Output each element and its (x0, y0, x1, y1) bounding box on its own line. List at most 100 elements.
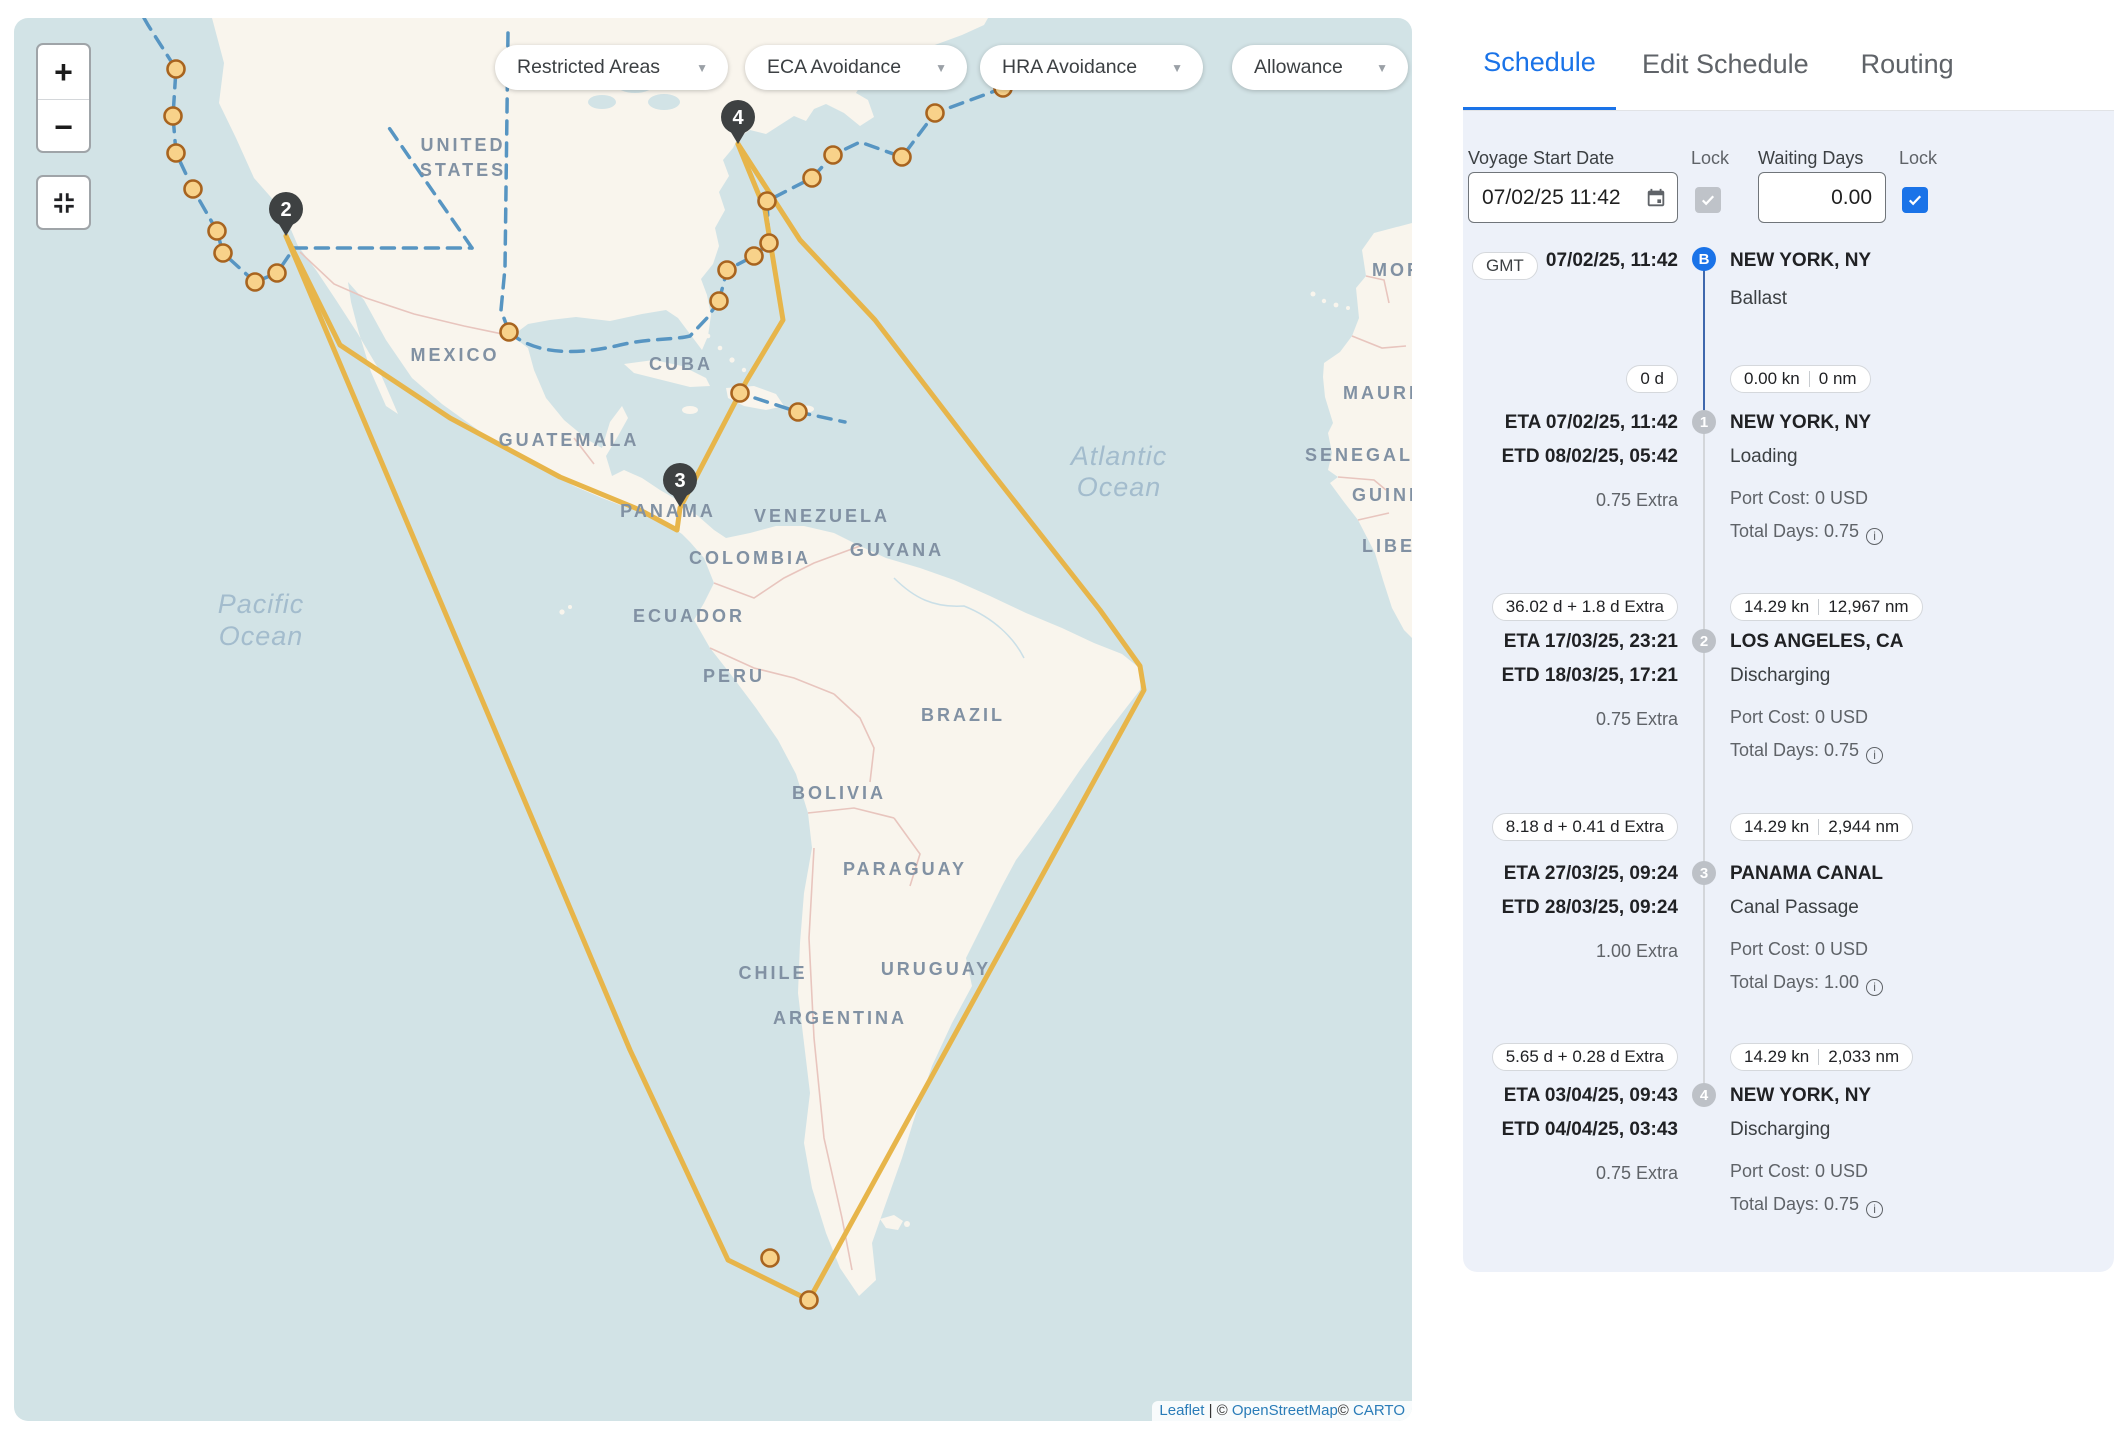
route-waypoint-dot[interactable] (215, 245, 232, 262)
stop-activity: Discharging (1730, 1119, 1830, 1141)
route-waypoint-dot[interactable] (165, 108, 182, 125)
zoom-control: + − (36, 43, 91, 153)
schedule-panel: Schedule Edit Schedule Routing Voyage St… (1463, 18, 2114, 1272)
leg-duration: 0 d (1640, 369, 1664, 389)
tab-schedule[interactable]: Schedule (1463, 18, 1616, 110)
leg-distance: 2,033 nm (1828, 1047, 1899, 1067)
route-waypoint-dot[interactable] (761, 235, 778, 252)
hra-avoidance-dropdown[interactable]: HRA Avoidance ▼ (980, 45, 1203, 90)
zoom-in-button[interactable]: + (38, 45, 89, 99)
info-icon[interactable]: i (1866, 528, 1883, 545)
info-icon[interactable]: i (1866, 979, 1883, 996)
voyage-start-date-label: Voyage Start Date (1468, 148, 1614, 169)
leaflet-link[interactable]: Leaflet (1159, 1402, 1204, 1419)
chevron-down-icon: ▼ (921, 61, 947, 75)
americas-landmass (212, 18, 1142, 1296)
restricted-areas-dropdown[interactable]: Restricted Areas ▼ (495, 45, 728, 90)
route-waypoint-dot[interactable] (711, 293, 728, 310)
openstreetmap-link[interactable]: OpenStreetMap (1232, 1402, 1338, 1419)
leg-speed-pill: 14.29 kn 12,967 nm (1730, 593, 1923, 621)
leg-duration-pill: 8.18 d + 0.41 d Extra (1492, 813, 1678, 841)
check-icon (1906, 191, 1924, 209)
route-waypoint-dot[interactable] (762, 1250, 779, 1267)
stop-total-days: Total Days: 0.75i (1730, 521, 1883, 545)
allowance-label: Allowance (1254, 56, 1343, 79)
stop-eta: ETA 07/02/25, 11:42 (1463, 412, 1678, 434)
country-label: CHILE (739, 963, 808, 983)
route-waypoint-dot[interactable] (269, 265, 286, 282)
lock-start-checkbox (1695, 187, 1721, 213)
voyage-start-date-input[interactable]: 07/02/25 11:42 (1468, 172, 1678, 223)
route-waypoint-dot[interactable] (732, 385, 749, 402)
voyage-map[interactable]: UNITEDSTATESMEXICOCUBAGUATEMALAPANAMAVEN… (14, 18, 1412, 1421)
route-waypoint-dot[interactable] (247, 274, 264, 291)
leg-speed: 14.29 kn (1744, 597, 1809, 617)
country-label: STATES (420, 160, 506, 180)
route-waypoint-dot[interactable] (759, 193, 776, 210)
total-days-text: Total Days: 1.00 (1730, 972, 1859, 992)
leg-speed: 14.29 kn (1744, 1047, 1809, 1067)
timeline-node-4: 4 (1692, 1083, 1716, 1107)
timeline-node-3: 3 (1692, 861, 1716, 885)
route-waypoint-dot[interactable] (801, 1292, 818, 1309)
stop-eta: ETA 27/03/25, 09:24 (1463, 863, 1678, 885)
lock-waiting-checkbox[interactable] (1902, 187, 1928, 213)
info-icon[interactable]: i (1866, 747, 1883, 764)
waiting-days-input[interactable]: 0.00 (1758, 172, 1886, 223)
route-waypoint-dot[interactable] (185, 181, 202, 198)
route-waypoint-dot[interactable] (209, 223, 226, 240)
country-label: BRAZIL (921, 705, 1005, 725)
stop-etd: ETD 18/03/25, 17:21 (1463, 665, 1678, 687)
leg-distance: 2,944 nm (1828, 817, 1899, 837)
stop-port: NEW YORK, NY (1730, 1085, 1871, 1107)
fit-bounds-button[interactable] (36, 175, 91, 230)
route-waypoint-dot[interactable] (927, 105, 944, 122)
route-waypoint-dot[interactable] (719, 262, 736, 279)
panel-tabs: Schedule Edit Schedule Routing (1463, 18, 2114, 111)
eca-avoidance-dropdown[interactable]: ECA Avoidance ▼ (745, 45, 967, 90)
allowance-dropdown[interactable]: Allowance ▼ (1232, 45, 1408, 90)
total-days-text: Total Days: 0.75 (1730, 1194, 1859, 1214)
calendar-icon[interactable] (1645, 187, 1667, 209)
stop-etd: ETD 04/04/25, 03:43 (1463, 1119, 1678, 1141)
route-waypoint-dot[interactable] (804, 170, 821, 187)
stop-total-days: Total Days: 0.75 i (1730, 1194, 1883, 1218)
eca-avoidance-label: ECA Avoidance (767, 56, 901, 79)
map-attribution: Leaflet | © OpenStreetMap© CARTO (1152, 1401, 1412, 1421)
stop-etd: ETD 28/03/25, 09:24 (1463, 897, 1678, 919)
route-waypoint-dot[interactable] (168, 145, 185, 162)
tab-routing[interactable]: Routing (1835, 18, 1980, 110)
check-icon (1699, 191, 1717, 209)
route-waypoint-dot[interactable] (168, 61, 185, 78)
country-label: SENEGAL (1305, 445, 1412, 465)
svg-text:4: 4 (732, 107, 744, 129)
country-label: UNITED (421, 135, 506, 155)
route-waypoint-dot[interactable] (790, 404, 807, 421)
country-label: GUYANA (850, 540, 944, 560)
carto-link[interactable]: CARTO (1353, 1402, 1405, 1419)
country-label: GUATEMALA (499, 430, 640, 450)
info-icon[interactable]: i (1866, 1201, 1883, 1218)
map-canvas[interactable]: UNITEDSTATESMEXICOCUBAGUATEMALAPANAMAVEN… (14, 18, 1412, 1421)
country-label: MAURIT (1343, 383, 1412, 403)
stop-activity: Canal Passage (1730, 897, 1859, 919)
leg-duration: 8.18 d + 0.41 d Extra (1506, 817, 1664, 837)
route-waypoint-dot[interactable] (501, 324, 518, 341)
country-label: ECUADOR (633, 606, 745, 626)
tab-edit-schedule[interactable]: Edit Schedule (1616, 18, 1835, 110)
stop-port: NEW YORK, NY (1730, 412, 1871, 434)
zoom-out-button[interactable]: − (38, 100, 89, 153)
stop-extra: 1.00 Extra (1463, 941, 1678, 962)
pill-divider (1809, 371, 1810, 387)
canary-islets (1311, 292, 1351, 311)
stop-port-cost: Port Cost: 0 USD (1730, 1161, 1868, 1182)
route-waypoint-dot[interactable] (825, 147, 842, 164)
africa-landmass (1323, 223, 1412, 638)
country-label: LIBER (1362, 536, 1412, 556)
start-activity: Ballast (1730, 288, 1787, 310)
route-waypoint-dot[interactable] (746, 248, 763, 265)
leg-duration-pill: 5.65 d + 0.28 d Extra (1492, 1043, 1678, 1071)
leg-speed: 14.29 kn (1744, 817, 1809, 837)
leg-distance: 12,967 nm (1828, 597, 1908, 617)
route-waypoint-dot[interactable] (894, 149, 911, 166)
